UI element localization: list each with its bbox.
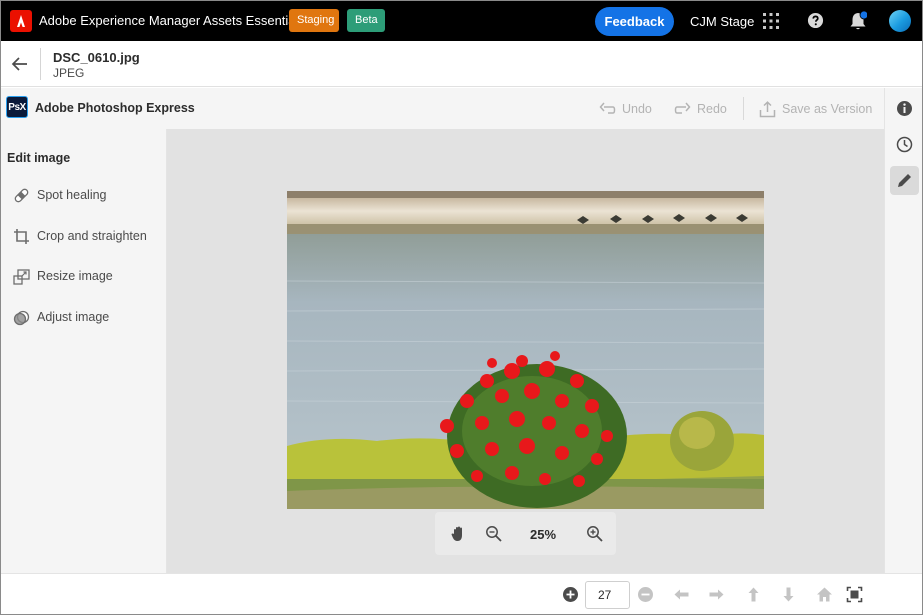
bottom-navigation-bar: 27 bbox=[1, 573, 922, 614]
clock-icon bbox=[896, 136, 913, 153]
redo-button[interactable]: Redo bbox=[674, 99, 727, 119]
photo-illustration bbox=[287, 191, 764, 509]
zoom-controls: 25% bbox=[435, 512, 616, 555]
info-panel-button[interactable] bbox=[890, 94, 919, 123]
remove-circle-icon[interactable] bbox=[637, 586, 654, 603]
zoom-in-icon[interactable] bbox=[586, 525, 603, 542]
arrow-right-icon[interactable] bbox=[708, 586, 725, 603]
arrow-left-icon[interactable] bbox=[673, 586, 690, 603]
hand-pan-icon[interactable] bbox=[450, 525, 467, 542]
tool-label: Resize image bbox=[37, 269, 113, 283]
beta-badge: Beta bbox=[347, 9, 385, 32]
tool-label: Adjust image bbox=[37, 310, 110, 324]
bell-icon[interactable] bbox=[849, 11, 867, 31]
arrow-up-icon[interactable] bbox=[745, 586, 762, 603]
tool-spot-healing[interactable]: Spot healing bbox=[1, 180, 166, 210]
zoom-level-value: 25% bbox=[530, 527, 557, 542]
adobe-logo-icon[interactable] bbox=[10, 10, 32, 32]
editor-toolbar: PsX Adobe Photoshop Express Undo Redo Sa… bbox=[1, 88, 884, 129]
toolbar-divider bbox=[743, 97, 744, 120]
tool-adjust-image[interactable]: Adjust image bbox=[1, 302, 166, 332]
app-title: Adobe Experience Manager Assets Essentia… bbox=[39, 13, 305, 28]
resize-icon bbox=[13, 268, 30, 285]
undo-label: Undo bbox=[622, 102, 652, 116]
page-number-input[interactable]: 27 bbox=[585, 581, 630, 609]
tool-resize-image[interactable]: Resize image bbox=[1, 261, 166, 291]
redo-label: Redo bbox=[697, 102, 727, 116]
fit-to-screen-icon[interactable] bbox=[846, 586, 863, 603]
image-canvas: 25% bbox=[167, 129, 884, 573]
staging-badge: Staging bbox=[289, 9, 339, 32]
photoshop-express-logo-icon: PsX bbox=[6, 96, 28, 118]
tool-label: Crop and straighten bbox=[37, 229, 147, 243]
help-icon[interactable] bbox=[807, 12, 824, 29]
save-version-icon bbox=[759, 100, 776, 117]
asset-header: DSC_0610.jpg JPEG bbox=[1, 41, 922, 87]
edit-panel: Edit image Spot healing Crop and straigh… bbox=[1, 129, 167, 573]
asset-image[interactable] bbox=[287, 191, 764, 509]
apps-grid-icon[interactable] bbox=[763, 13, 779, 29]
tool-label: Spot healing bbox=[37, 188, 107, 202]
redo-icon bbox=[674, 102, 691, 114]
pencil-icon bbox=[898, 174, 911, 187]
header-divider bbox=[40, 48, 41, 80]
asset-file-type: JPEG bbox=[53, 66, 85, 80]
editor-app-name: Adobe Photoshop Express bbox=[35, 101, 195, 115]
bandage-icon bbox=[14, 188, 29, 202]
user-avatar[interactable] bbox=[889, 10, 911, 32]
add-circle-icon[interactable] bbox=[562, 586, 579, 603]
adjust-icon bbox=[13, 310, 30, 325]
save-version-label: Save as Version bbox=[782, 102, 873, 116]
info-icon bbox=[897, 101, 912, 116]
global-header: Adobe Experience Manager Assets Essentia… bbox=[1, 1, 922, 41]
asset-file-name: DSC_0610.jpg bbox=[53, 50, 140, 65]
tool-crop-and-straighten[interactable]: Crop and straighten bbox=[1, 221, 166, 251]
edit-panel-button[interactable] bbox=[890, 166, 919, 195]
undo-icon bbox=[599, 102, 616, 114]
crop-icon bbox=[14, 228, 29, 244]
undo-button[interactable]: Undo bbox=[599, 99, 652, 119]
back-arrow-icon[interactable] bbox=[10, 54, 30, 74]
save-as-version-button[interactable]: Save as Version bbox=[759, 99, 872, 119]
version-history-button[interactable] bbox=[890, 130, 919, 159]
arrow-down-icon[interactable] bbox=[780, 586, 797, 603]
org-switcher[interactable]: CJM Stage bbox=[690, 14, 754, 29]
feedback-button[interactable]: Feedback bbox=[595, 7, 674, 36]
home-icon[interactable] bbox=[816, 586, 833, 603]
right-rail bbox=[884, 88, 922, 573]
zoom-out-icon[interactable] bbox=[485, 525, 502, 542]
edit-panel-heading: Edit image bbox=[7, 151, 71, 165]
